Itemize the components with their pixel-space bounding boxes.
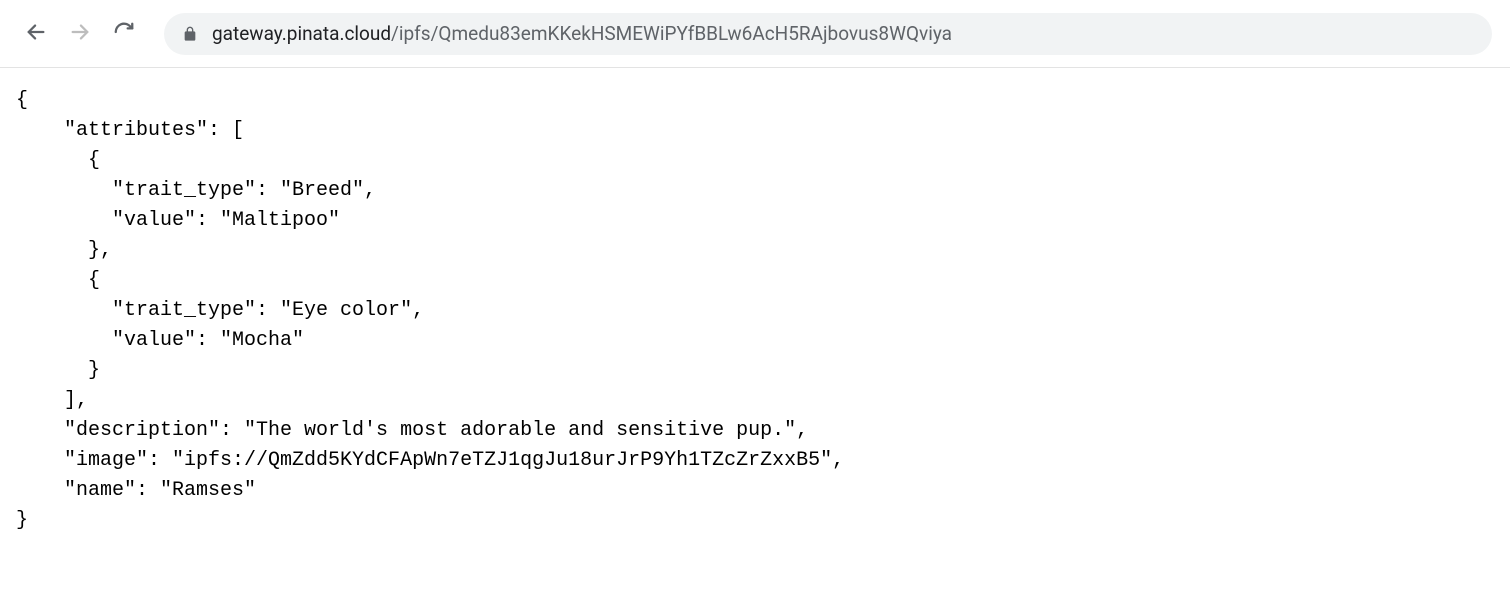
forward-button[interactable] <box>62 16 98 52</box>
reload-button[interactable] <box>106 16 142 52</box>
reload-icon <box>113 21 135 47</box>
arrow-right-icon <box>69 21 91 47</box>
address-bar[interactable]: gateway.pinata.cloud/ipfs/Qmedu83emKKekH… <box>164 13 1492 55</box>
json-line: { <box>16 89 28 112</box>
lock-icon <box>182 26 198 42</box>
back-button[interactable] <box>18 16 54 52</box>
json-line: "name": "Ramses" <box>16 479 256 502</box>
json-line: { <box>16 269 100 292</box>
json-line: { <box>16 149 100 172</box>
url-path: /ipfs/Qmedu83emKKekHSMEWiPYfBBLw6AcH5RAj… <box>391 22 952 45</box>
url-text: gateway.pinata.cloud/ipfs/Qmedu83emKKekH… <box>212 22 952 45</box>
json-line: "value": "Maltipoo" <box>16 209 340 232</box>
json-line: "attributes": [ <box>16 119 244 142</box>
json-line: ], <box>16 389 88 412</box>
url-domain: gateway.pinata.cloud <box>212 22 391 45</box>
arrow-left-icon <box>25 21 47 47</box>
json-line: "image": "ipfs://QmZdd5KYdCFApWn7eTZJ1qg… <box>16 449 844 472</box>
json-line: } <box>16 509 28 532</box>
json-line: "value": "Mocha" <box>16 329 304 352</box>
json-line: } <box>16 359 100 382</box>
browser-toolbar: gateway.pinata.cloud/ipfs/Qmedu83emKKekH… <box>0 0 1510 68</box>
json-content: { "attributes": [ { "trait_type": "Breed… <box>0 68 1510 554</box>
json-line: }, <box>16 239 112 262</box>
json-line: "trait_type": "Eye color", <box>16 299 424 322</box>
json-line: "description": "The world's most adorabl… <box>16 419 808 442</box>
json-line: "trait_type": "Breed", <box>16 179 376 202</box>
